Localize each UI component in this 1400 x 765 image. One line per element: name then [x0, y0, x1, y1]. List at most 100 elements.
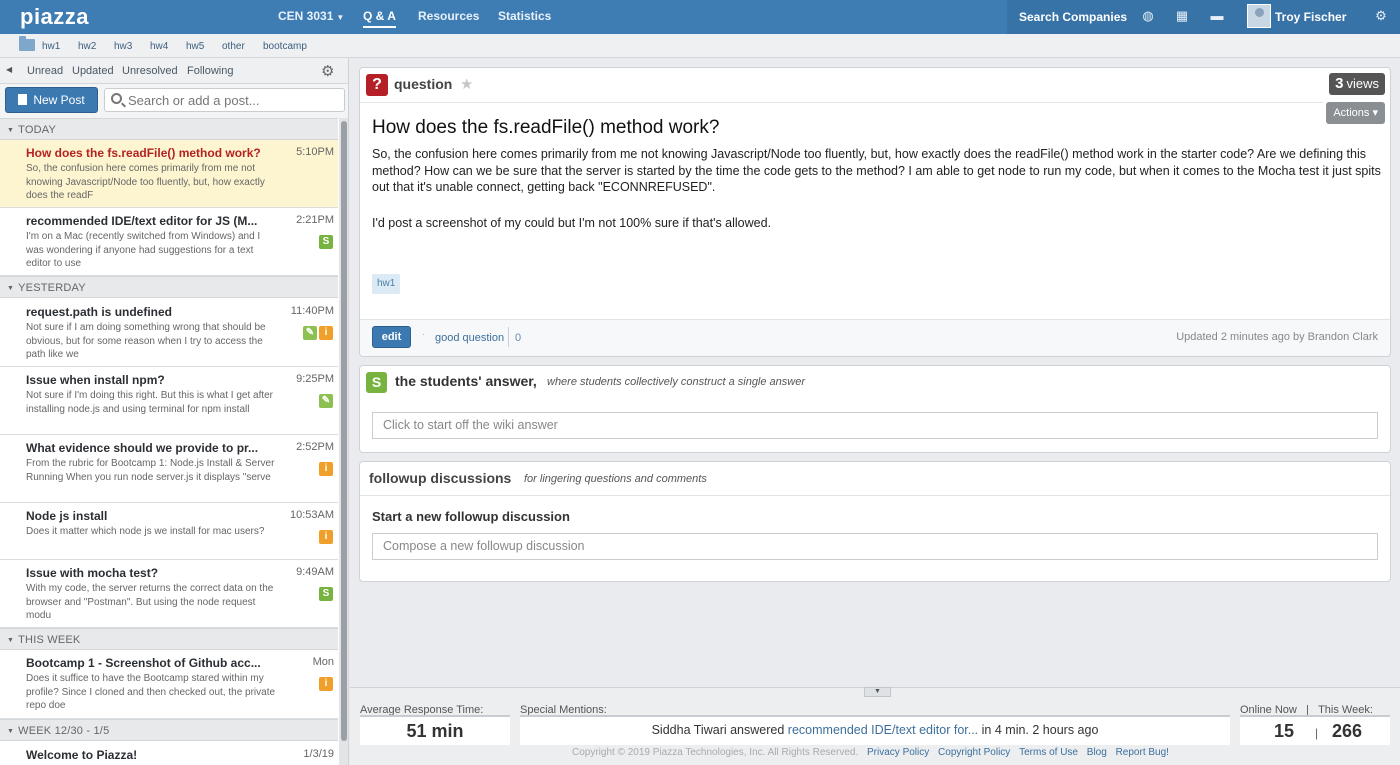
triangle-down-icon: ▼ [7, 127, 15, 134]
feed-post[interactable]: request.path is undefined 11:40PM Not su… [0, 299, 338, 367]
terms-of-use-link[interactable]: Terms of Use [1019, 747, 1078, 758]
triangle-down-icon: ▼ [7, 637, 15, 644]
search-row: New Post [0, 84, 348, 118]
nav-statistics[interactable]: Statistics [498, 9, 551, 23]
feed-post[interactable]: What evidence should we provide to pr...… [0, 435, 338, 503]
student-answer-badge: S [319, 235, 333, 249]
group-label: WEEK 12/30 - 1/5 [18, 725, 110, 737]
post-snippet: Not sure if I am doing something wrong t… [26, 322, 266, 360]
post-title: Issue when install npm? [26, 373, 165, 387]
nav-resources[interactable]: Resources [418, 9, 479, 23]
post-time: 2:52PM [296, 441, 334, 453]
filter-following[interactable]: Following [187, 65, 233, 77]
folder-other[interactable]: other [222, 41, 245, 52]
chevron-down-icon[interactable]: ▼ [864, 687, 891, 697]
students-answer-card: S the students' answer, where students c… [359, 365, 1391, 453]
mention-post-link[interactable]: recommended IDE/text editor for... [788, 723, 978, 737]
folder-bar: hw1 hw2 hw3 hw4 hw5 other bootcamp [0, 34, 1400, 58]
blog-link[interactable]: Blog [1087, 747, 1107, 758]
gear-icon[interactable]: ⚙ [1373, 8, 1389, 24]
user-name[interactable]: Troy Fischer [1275, 10, 1346, 24]
copyright-policy-link[interactable]: Copyright Policy [938, 747, 1010, 758]
folder-hw4[interactable]: hw4 [150, 41, 168, 52]
folder-hw3[interactable]: hw3 [114, 41, 132, 52]
post-badges: i [317, 675, 333, 691]
report-bug-link[interactable]: Report Bug! [1116, 747, 1169, 758]
search-input[interactable] [128, 91, 338, 109]
separator: · [422, 329, 426, 340]
feed-post[interactable]: Welcome to Piazza! 1/3/19 [0, 742, 338, 765]
feed-post[interactable]: Bootcamp 1 - Screenshot of Github acc...… [0, 650, 338, 719]
top-navigation-bar: piazza CEN 3031 ▼ Q & A Resources Statist… [0, 0, 1400, 34]
post-snippet: Not sure if I'm doing this right. But th… [26, 390, 274, 415]
folder-hw2[interactable]: hw2 [78, 41, 96, 52]
separator: | [1315, 726, 1319, 740]
views-count: 3 [1335, 75, 1344, 92]
gear-icon[interactable]: ⚙ [321, 62, 334, 80]
followup-input[interactable]: Compose a new followup discussion [372, 533, 1378, 560]
feed-post[interactable]: How does the fs.readFile() method work? … [0, 140, 338, 208]
post-badges: ✎ i [301, 324, 333, 340]
question-body-paragraph: So, the confusion here comes primarily f… [372, 147, 1381, 194]
footer: Copyright © 2019 Piazza Technologies, In… [572, 747, 1169, 758]
search-companies-link[interactable]: Search Companies [1019, 10, 1127, 24]
feed-post[interactable]: Issue with mocha test? 9:49AM With my co… [0, 560, 338, 628]
online-stats: 15 | 266 [1240, 715, 1390, 745]
group-header-this-week[interactable]: ▼ THIS WEEK [0, 628, 338, 650]
feed-post[interactable]: recommended IDE/text editor for JS (M...… [0, 208, 338, 276]
globe-icon[interactable]: ◍ [1140, 8, 1156, 24]
post-snippet: Does it matter which node js we install … [26, 526, 265, 537]
post-time: 1/3/19 [303, 748, 334, 760]
this-week-value: 266 [1332, 721, 1363, 741]
class-name: CEN 3031 [278, 9, 334, 23]
piazza-logo[interactable]: piazza [20, 4, 89, 30]
post-snippet: I'm on a Mac (recently switched from Win… [26, 231, 261, 269]
folder-hw1[interactable]: hw1 [42, 41, 60, 52]
calendar-icon[interactable]: ▦ [1174, 8, 1190, 24]
followup-title: followup discussions [369, 470, 512, 486]
feed-scrollbar[interactable] [339, 118, 348, 765]
privacy-policy-link[interactable]: Privacy Policy [867, 747, 929, 758]
post-badges: S [317, 585, 333, 601]
filter-unresolved[interactable]: Unresolved [122, 65, 178, 77]
group-header-today[interactable]: ▼ TODAY [0, 118, 338, 140]
post-time: 11:40PM [290, 305, 334, 317]
folder-icon[interactable] [19, 36, 35, 51]
post-snippet: From the rubric for Bootcamp 1: Node.js … [26, 458, 275, 483]
group-header-yesterday[interactable]: ▼ YESTERDAY [0, 276, 338, 298]
folder-hw5[interactable]: hw5 [186, 41, 204, 52]
students-answer-title: the students' answer, [395, 373, 537, 389]
edit-button[interactable]: edit [372, 326, 411, 348]
star-icon[interactable]: ★ [460, 75, 473, 93]
question-icon: ? [366, 74, 388, 96]
folder-tag[interactable]: hw1 [372, 274, 401, 294]
collapse-left-icon[interactable]: ◀ [6, 65, 12, 74]
nav-qa[interactable]: Q & A [363, 9, 396, 28]
followup-card: followup discussions for lingering quest… [359, 461, 1391, 582]
post-title: How does the fs.readFile() method work? [26, 146, 261, 160]
instructor-answer-badge: i [319, 677, 333, 691]
scrollbar-thumb[interactable] [341, 121, 347, 741]
divider [360, 102, 1323, 103]
chat-icon[interactable]: ▬ [1209, 8, 1225, 24]
divider [508, 327, 509, 347]
filter-unread[interactable]: Unread [27, 65, 63, 77]
new-post-button[interactable]: New Post [5, 87, 98, 113]
avatar[interactable] [1247, 4, 1271, 28]
question-body-paragraph: I'd post a screenshot of my could but I'… [372, 216, 772, 230]
copyright-text: Copyright © 2019 Piazza Technologies, In… [572, 747, 859, 758]
filter-updated[interactable]: Updated [72, 65, 114, 77]
post-feed: ▼ TODAY How does the fs.readFile() method… [0, 118, 338, 765]
good-question-button[interactable]: good question [435, 332, 504, 344]
post-time: 10:53AM [289, 509, 334, 521]
wiki-answer-input[interactable]: Click to start off the wiki answer [372, 412, 1378, 439]
feed-post[interactable]: Node js install 10:53AM Does it matter w… [0, 503, 338, 560]
group-header-week-12-30[interactable]: ▼ WEEK 12/30 - 1/5 [0, 719, 338, 741]
main-content: ? question ★ 3 views Actions ▾ How does t… [350, 58, 1400, 765]
students-answer-icon: S [366, 372, 387, 393]
group-label: TODAY [18, 124, 57, 136]
class-selector[interactable]: CEN 3031 ▼ [278, 9, 344, 23]
actions-button[interactable]: Actions ▾ [1326, 102, 1385, 124]
folder-bootcamp[interactable]: bootcamp [263, 41, 307, 52]
feed-post[interactable]: Issue when install npm? 9:25PM Not sure … [0, 367, 338, 435]
